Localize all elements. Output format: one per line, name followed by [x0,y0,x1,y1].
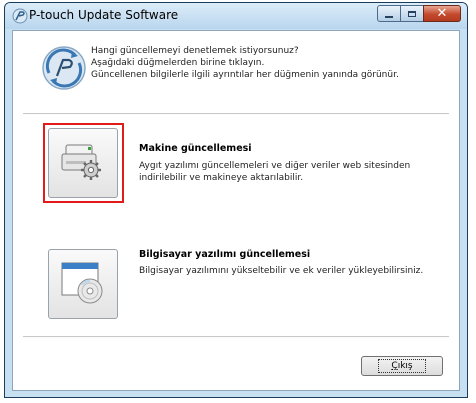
computer-cd-icon [60,260,106,309]
caption-buttons: ✕ [377,5,461,23]
dialog-body: Hangi güncellemeyi denetlemek istiyorsun… [12,30,460,391]
cancel-button-focus: Çıkış [378,359,426,373]
title-bar[interactable]: P-touch Update Software ✕ [5,3,467,29]
computer-update-title: Bilgisayar yazılımı güncellemesi [139,249,311,260]
machine-update-desc-line-1: Aygıt yazılımı güncellemeleri ve diğer v… [139,161,411,171]
app-window: P-touch Update Software ✕ Hangi güncelle… [4,2,468,398]
printer-gear-icon [60,141,106,186]
cancel-label: ıkış [397,361,413,371]
separator-top [23,113,449,115]
instruction-text: Hangi güncellemeyi denetlemek istiyorsun… [91,45,399,81]
separator-bottom [23,336,449,338]
machine-update-desc: Aygıt yazılımı güncellemeleri ve diğer v… [139,160,410,184]
machine-update-desc-line-2: indirilebilir ve makineye aktarılabilir. [139,173,304,183]
instruction-line-2: Aşağıdaki düğmelerden birine tıklayın. [91,58,265,68]
cancel-button[interactable]: Çıkış [361,356,443,376]
instruction-line-1: Hangi güncellemeyi denetlemek istiyorsun… [91,46,299,56]
minimize-icon [385,15,393,18]
window-title: P-touch Update Software [29,8,179,22]
computer-update-desc: Bilgisayar yazılımını yükseltebilir ve e… [139,266,424,276]
maximize-button[interactable] [400,5,424,22]
computer-software-update-button[interactable] [48,249,118,319]
close-button[interactable]: ✕ [423,5,461,22]
update-logo-icon [41,45,87,91]
instruction-line-3: Güncellenen bilgilerle ilgili ayrıntılar… [91,70,399,80]
p-touch-logo-icon [12,8,28,24]
close-icon: ✕ [436,6,448,21]
maximize-icon [408,10,416,17]
machine-update-title: Makine güncellemesi [139,143,252,154]
minimize-button[interactable] [377,5,401,22]
machine-update-button[interactable] [48,128,118,198]
